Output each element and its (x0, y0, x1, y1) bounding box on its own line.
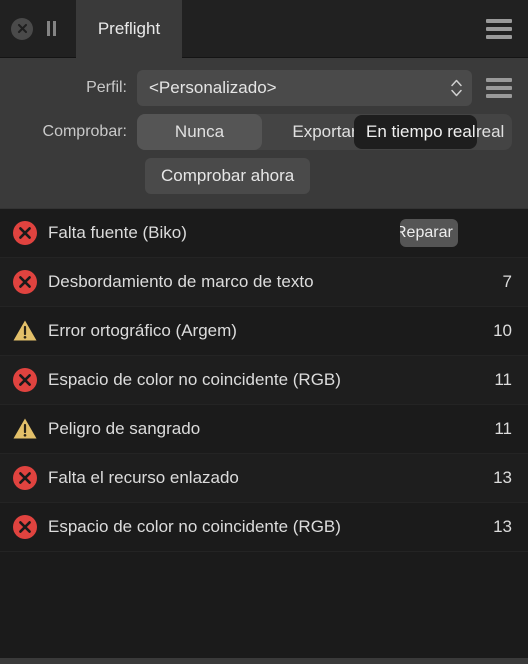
error-icon (10, 267, 40, 297)
controls-panel: Perfil: <Personalizado> Comprobar: Nunca… (0, 58, 528, 208)
check-row: Comprobar: Nunca Exportar En tiempo real… (0, 114, 528, 150)
issue-text: Espacio de color no coincidente (RGB) (48, 369, 341, 389)
segment-nunca[interactable]: Nunca (137, 114, 262, 150)
issue-text: Espacio de color no coincidente (RGB) (48, 516, 341, 536)
profile-menu-icon[interactable] (486, 78, 512, 98)
issue-text: Peligro de sangrado (48, 418, 201, 438)
error-icon (10, 463, 40, 493)
table-row[interactable]: Error ortográfico (Argem) 10 (0, 307, 528, 356)
table-row[interactable]: Espacio de color no coincidente (RGB) 13 (0, 503, 528, 552)
check-now-button[interactable]: Comprobar ahora (145, 158, 311, 194)
check-now-row: Comprobar ahora (0, 158, 528, 194)
table-row[interactable]: Desbordamiento de marco de texto 7 (0, 258, 528, 307)
warning-icon (10, 316, 40, 346)
error-icon (10, 218, 40, 248)
tab-bar: Preflight (0, 0, 528, 58)
pause-icon[interactable] (47, 21, 56, 36)
check-label: Comprobar: (42, 123, 127, 140)
issue-count: 7 (502, 272, 512, 291)
issue-count: 11 (494, 419, 512, 438)
check-segmented-control[interactable]: Nunca Exportar En tiempo real En tiempo … (137, 114, 512, 150)
issue-text: Falta el recurso enlazado (48, 467, 239, 487)
preflight-panel: Preflight Perfil: <Personalizado> Compro… (0, 0, 528, 664)
table-row[interactable]: Espacio de color no coincidente (RGB) 11 (0, 356, 528, 405)
check-tooltip: En tiempo real (354, 115, 477, 149)
profile-select[interactable]: <Personalizado> (137, 70, 472, 106)
hamburger-menu-icon[interactable] (486, 18, 512, 39)
tab-preflight-label: Preflight (97, 18, 161, 38)
issue-count: 13 (493, 517, 512, 536)
table-row[interactable]: Falta fuente (Biko) Reparar (0, 209, 528, 258)
table-row[interactable]: Falta el recurso enlazado 13 (0, 454, 528, 503)
table-row[interactable]: Peligro de sangrado 11 (0, 405, 528, 454)
close-circle-icon[interactable] (11, 17, 33, 40)
profile-label: Perfil: (86, 79, 127, 96)
issue-count: 11 (494, 370, 512, 389)
issue-list[interactable]: Falta fuente (Biko) Reparar Desbordamien… (0, 208, 528, 658)
fix-button-label: Reparar (400, 224, 453, 241)
error-icon (10, 365, 40, 395)
issue-text: Desbordamiento de marco de texto (48, 271, 314, 291)
stepper-up-down-icon[interactable] (451, 79, 462, 97)
warning-icon (10, 414, 40, 444)
profile-row: Perfil: <Personalizado> (0, 70, 528, 106)
issue-count: 13 (493, 468, 512, 487)
tab-preflight[interactable]: Preflight (76, 0, 182, 58)
issue-text: Error ortográfico (Argem) (48, 320, 237, 340)
profile-select-value: <Personalizado> (149, 78, 277, 97)
issue-count: 10 (493, 321, 512, 340)
error-icon (10, 512, 40, 542)
fix-button[interactable]: Reparar (400, 219, 458, 247)
bottom-resize-strip[interactable] (0, 658, 528, 664)
